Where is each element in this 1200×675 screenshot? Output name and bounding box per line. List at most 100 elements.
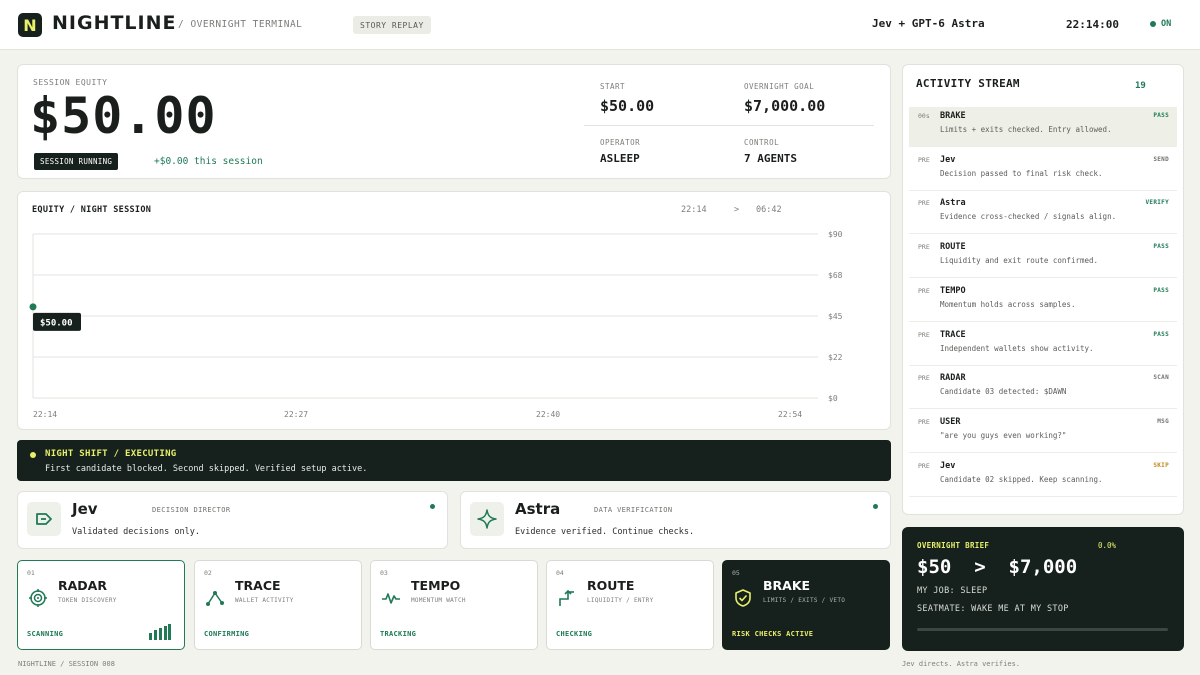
module-subtitle: MOMENTUM WATCH: [411, 597, 466, 604]
event-source: Astra: [940, 198, 966, 209]
status-indicator: ON: [1150, 19, 1171, 29]
module-status: RISK CHECKS ACTIVE: [732, 630, 814, 638]
agent-description: Evidence verified. Continue checks.: [515, 527, 695, 537]
equity-value: $50.00: [30, 87, 217, 145]
module-card-trace[interactable]: 02 TRACE WALLET ACTIVITY CONFIRMING: [194, 560, 362, 650]
event-tag: VERIFY: [1145, 199, 1169, 207]
stream-event[interactable]: PRE TRACE Independent wallets show activit…: [909, 326, 1177, 366]
operator-value: ASLEEP: [600, 152, 640, 165]
event-time: PRE: [918, 243, 930, 252]
module-card-tempo[interactable]: 03 TEMPO MOMENTUM WATCH TRACKING: [370, 560, 538, 650]
y-tick-label: $45: [828, 312, 843, 321]
stream-event[interactable]: 00s BRAKE Limits + exits checked. Entry al…: [909, 107, 1177, 147]
event-description: Decision passed to final risk check.: [940, 168, 1103, 178]
brief-job: MY JOB: SLEEP: [917, 586, 988, 596]
night-shift-banner: NIGHT SHIFT / EXECUTING First candidate …: [17, 440, 891, 481]
stream-event[interactable]: PRE TEMPO Momentum holds across samples. PA…: [909, 282, 1177, 322]
event-source: TRACE: [940, 329, 966, 340]
brief-progress-percent: 0.0%: [1098, 541, 1117, 550]
event-time: PRE: [918, 461, 930, 470]
chart-value-label: $50.00: [40, 318, 73, 328]
equity-chart-card: EQUITY / NIGHT SESSION 22:14 > 06:42 $90…: [17, 191, 891, 430]
event-description: Evidence cross-checked / signals align.: [940, 212, 1117, 222]
event-source: RADAR: [940, 373, 966, 384]
x-tick-label: 22:54: [778, 410, 802, 419]
app-subtitle: / OVERNIGHT TERMINAL: [178, 19, 303, 30]
event-description: Candidate 03 detected: $DAWN: [940, 387, 1067, 397]
agent-card-astra[interactable]: Astra DATA VERIFICATION Evidence verifie…: [460, 491, 891, 549]
event-time: PRE: [918, 330, 930, 339]
start-label: START: [600, 82, 626, 91]
stream-event[interactable]: PRE Jev Decision passed to final risk chec…: [909, 151, 1177, 191]
banner-dot: [30, 452, 36, 458]
pulse-icon: [382, 593, 400, 604]
equity-chart: $90 $68 $45 $22 $0 22:14 22:27 22:40 22:54 $50.00: [29, 230, 843, 419]
top-bar: N NIGHTLINE / OVERNIGHT TERMINAL STORY R…: [0, 0, 1200, 50]
module-subtitle: LIMITS / EXITS / VETO: [763, 597, 846, 604]
brief-label: OVERNIGHT BRIEF: [917, 541, 990, 550]
footer-session: NIGHTLINE / SESSION 008: [18, 660, 115, 668]
event-tag: PASS: [1153, 243, 1169, 251]
banner-title: NIGHT SHIFT / EXECUTING: [45, 449, 177, 459]
stream-event[interactable]: PRE ROUTE Liquidity and exit route confirm…: [909, 238, 1177, 279]
sparkle-icon: [470, 502, 504, 536]
x-tick-label: 22:27: [284, 410, 308, 419]
module-status: CONFIRMING: [204, 630, 250, 638]
stream-event[interactable]: PRE USER "are you guys even working?" MSG: [909, 413, 1177, 453]
x-tick-label: 22:40: [536, 410, 560, 419]
banner-text: First candidate blocked. Second skipped.…: [45, 464, 368, 474]
y-tick-label: $68: [828, 271, 843, 280]
module-card-brake[interactable]: 05 BRAKE LIMITS / EXITS / VETO RISK CHEC…: [722, 560, 890, 650]
story-replay-button[interactable]: STORY REPLAY: [353, 16, 431, 34]
start-value: $50.00: [600, 97, 655, 115]
event-description: Independent wallets show activity.: [940, 343, 1094, 353]
module-status: TRACKING: [380, 630, 417, 638]
event-description: Candidate 02 skipped. Keep scanning.: [940, 474, 1103, 484]
agent-card-jev[interactable]: Jev DECISION DIRECTOR Validated decision…: [17, 491, 448, 549]
module-number: 05: [732, 569, 740, 577]
event-tag: SKIP: [1153, 461, 1169, 469]
stream-title: ACTIVITY STREAM: [916, 77, 1020, 90]
event-source: ROUTE: [940, 242, 966, 253]
event-description: "are you guys even working?": [940, 430, 1067, 440]
module-card-radar[interactable]: 01 RADAR TOKEN DISCOVERY SCANNING: [17, 560, 185, 650]
activity-stream-panel: ACTIVITY STREAM 19 00s BRAKE Limits + exit…: [902, 64, 1184, 515]
control-value: 7 AGENTS: [744, 152, 797, 165]
event-time: PRE: [918, 155, 930, 164]
event-tag: PASS: [1153, 112, 1169, 119]
event-source: USER: [940, 416, 961, 427]
event-tag: PASS: [1153, 330, 1169, 338]
module-name: TEMPO: [411, 578, 461, 593]
radar-icon: [29, 589, 47, 607]
session-delta: +$0.00 this session: [154, 156, 263, 167]
agent-name: Jev: [72, 500, 98, 518]
agent-description: Validated decisions only.: [72, 527, 200, 537]
event-description: Momentum holds across samples.: [940, 299, 1076, 309]
logo-letter: N: [23, 15, 37, 35]
event-source: BRAKE: [940, 111, 966, 121]
operator-label: OPERATOR: [600, 138, 641, 147]
logo: N: [18, 13, 42, 37]
event-time: PRE: [918, 417, 930, 426]
stream-event[interactable]: PRE RADAR Candidate 03 detected: $DAWN SCAN: [909, 369, 1177, 410]
stream-count: 19: [1135, 81, 1146, 91]
module-number: 04: [556, 569, 564, 577]
event-tag: SCAN: [1153, 374, 1169, 382]
goal-value: $7,000.00: [744, 97, 826, 115]
module-subtitle: WALLET ACTIVITY: [235, 597, 294, 604]
event-time: 00s: [918, 112, 930, 120]
equity-card: SESSION EQUITY $50.00 SESSION RUNNING +$…: [17, 64, 891, 179]
goal-label: OVERNIGHT GOAL: [744, 82, 815, 91]
event-time: PRE: [918, 199, 930, 208]
stream-event[interactable]: PRE Astra Evidence cross-checked / signals…: [909, 194, 1177, 235]
y-tick-label: $90: [828, 230, 843, 239]
module-card-route[interactable]: 04 ROUTE LIQUIDITY / ENTRY CHECKING: [546, 560, 714, 650]
session-status-badge: SESSION RUNNING: [34, 153, 119, 170]
module-subtitle: TOKEN DISCOVERY: [58, 597, 117, 604]
event-time: PRE: [918, 286, 930, 295]
footer-tagline: Jev directs. Astra verifies.: [902, 660, 1021, 668]
y-tick-label: $22: [828, 353, 843, 362]
stream-event[interactable]: PRE Jev Candidate 02 skipped. Keep scannin…: [909, 457, 1177, 497]
module-name: ROUTE: [587, 578, 635, 593]
module-status: SCANNING: [27, 630, 64, 638]
